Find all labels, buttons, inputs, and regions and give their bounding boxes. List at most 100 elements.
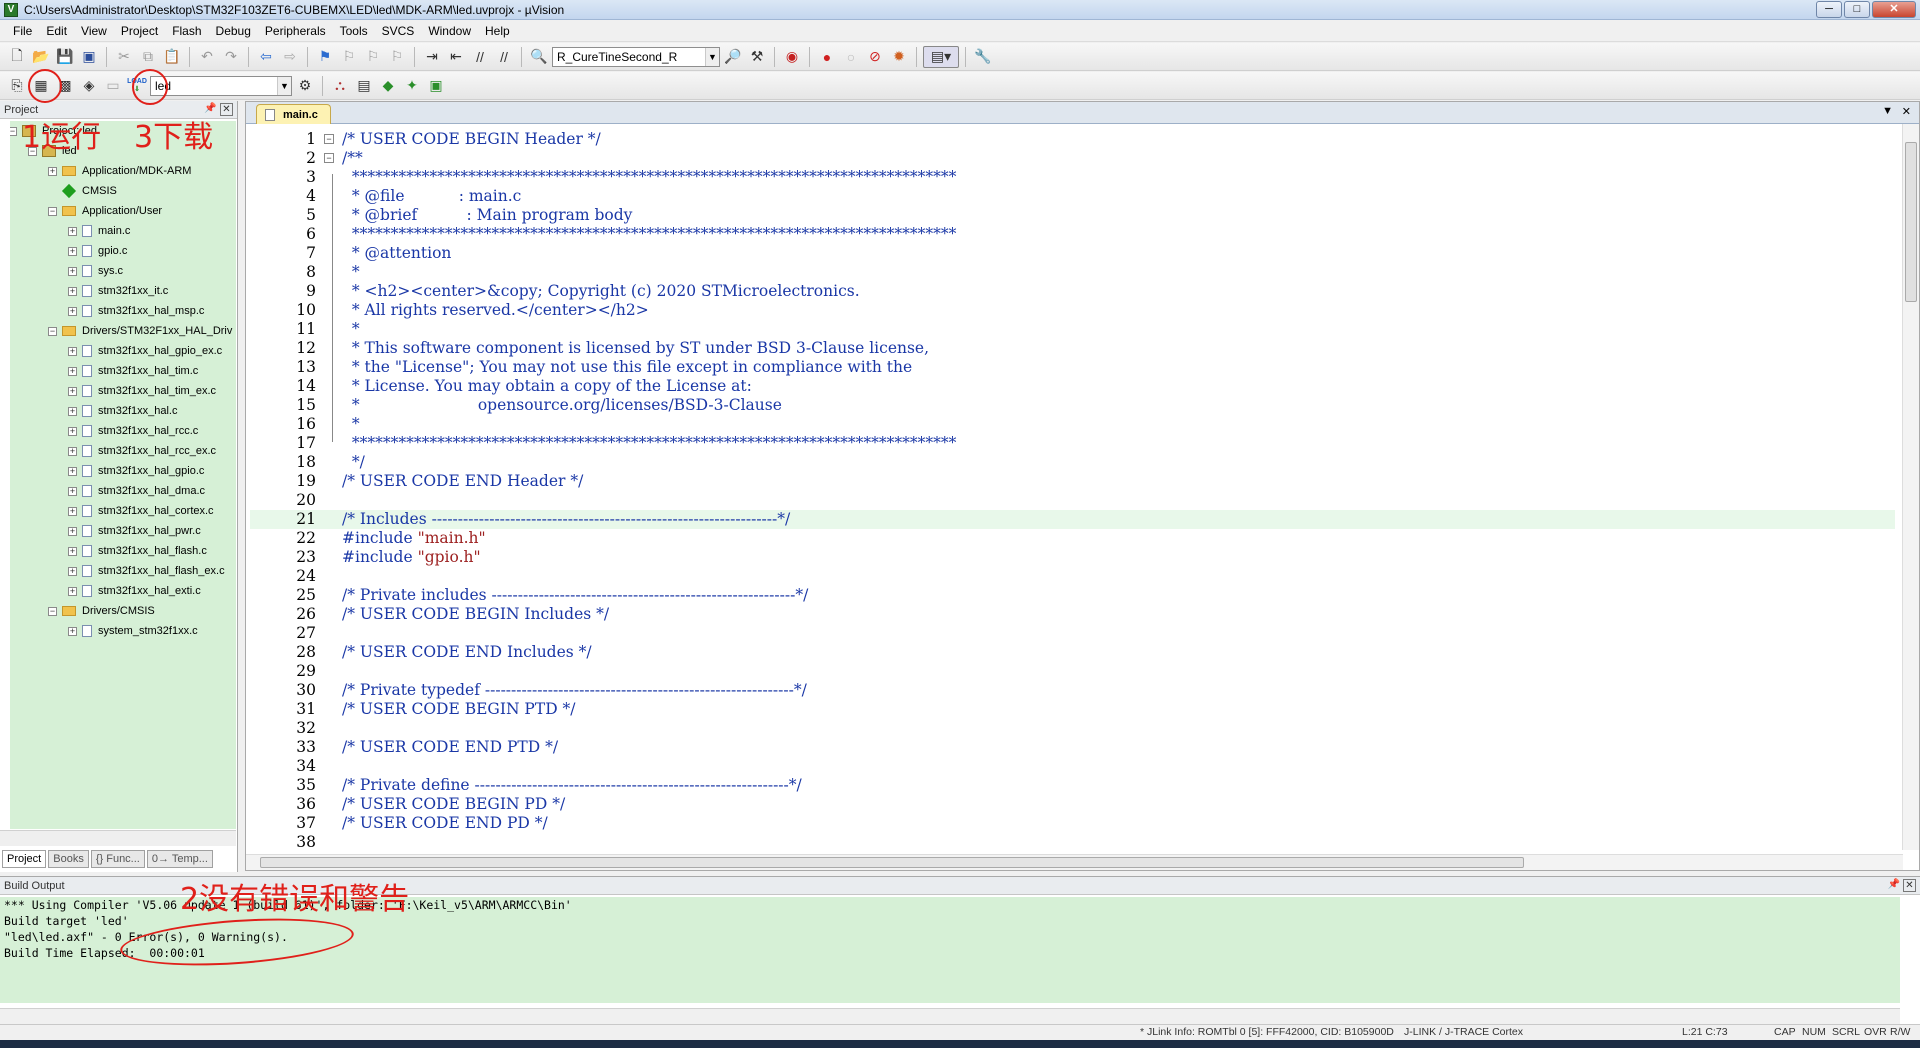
code-line[interactable]: 10 * All rights reserved.</center></h2> (250, 301, 1895, 320)
menu-peripherals[interactable]: Peripherals (258, 24, 333, 38)
expand-icon[interactable]: + (68, 586, 77, 596)
paste-icon[interactable]: 📋 (161, 46, 183, 68)
code-line[interactable]: 16 * (250, 415, 1895, 434)
chevron-down-icon[interactable]: ▼ (705, 47, 719, 66)
tab-project[interactable]: Project (2, 850, 47, 868)
menu-help[interactable]: Help (478, 24, 517, 38)
tree-file[interactable]: + stm32f1xx_hal_pwr.c (68, 521, 201, 541)
expand-icon[interactable]: + (48, 166, 57, 176)
expand-icon[interactable]: + (68, 306, 77, 316)
uncomment-icon[interactable]: // (493, 46, 515, 68)
find-icon[interactable]: 🔎 (722, 46, 744, 68)
expand-icon[interactable]: + (68, 346, 77, 356)
expand-icon[interactable]: + (68, 566, 77, 576)
expand-icon[interactable]: + (68, 526, 77, 536)
find-in-files-icon[interactable]: 🔍 (528, 46, 550, 68)
code-line[interactable]: 17 *************************************… (250, 434, 1895, 453)
tree-file[interactable]: + stm32f1xx_hal_dma.c (68, 481, 205, 501)
undo-icon[interactable]: ↶ (196, 46, 218, 68)
code-line[interactable]: 20 (250, 491, 1895, 510)
code-line[interactable]: 9 * <h2><center>&copy; Copyright (c) 202… (250, 282, 1895, 301)
menu-file[interactable]: File (6, 24, 39, 38)
minimize-button[interactable]: ─ (1816, 1, 1842, 18)
code-line[interactable]: 19 /* USER CODE END Header */ (250, 472, 1895, 491)
expand-icon[interactable]: + (68, 506, 77, 516)
tree-file[interactable]: + stm32f1xx_hal_exti.c (68, 581, 201, 601)
indent-icon[interactable]: ⇥ (421, 46, 443, 68)
unindent-icon[interactable]: ⇤ (445, 46, 467, 68)
insert-breakpoint-icon[interactable]: ● (816, 46, 838, 68)
code-line[interactable]: 33 /* USER CODE END PTD */ (250, 738, 1895, 757)
menu-debug[interactable]: Debug (209, 24, 258, 38)
expand-icon[interactable]: + (68, 266, 77, 276)
tree-file[interactable]: + stm32f1xx_hal_rcc.c (68, 421, 198, 441)
clear-bookmarks-icon[interactable]: ⚐ (386, 46, 408, 68)
chevron-down-icon[interactable]: ▼ (277, 76, 291, 95)
menu-window[interactable]: Window (421, 24, 478, 38)
tree-file[interactable]: + system_stm32f1xx.c (68, 621, 198, 641)
collapse-icon[interactable]: − (48, 206, 57, 216)
close-tab-icon[interactable]: ✕ (1902, 105, 1911, 118)
copy-icon[interactable]: ⧉ (137, 46, 159, 68)
tree-file[interactable]: + stm32f1xx_hal_gpio_ex.c (68, 341, 222, 361)
close-pane-icon[interactable]: ✕ (1903, 879, 1916, 892)
tree-file[interactable]: + main.c (68, 221, 130, 241)
target-combo[interactable]: led ▼ (150, 75, 292, 96)
find-combo[interactable]: R_CureTineSecond_R ▼ (552, 46, 720, 67)
editor-vscrollbar[interactable] (1902, 124, 1919, 850)
code-line[interactable]: 13 * the "License"; You may not use this… (250, 358, 1895, 377)
target-options-icon[interactable]: ⚙ (294, 75, 316, 97)
tree-file[interactable]: + stm32f1xx_hal_rcc_ex.c (68, 441, 216, 461)
expand-icon[interactable]: + (68, 406, 77, 416)
tree-file[interactable]: + stm32f1xx_hal.c (68, 401, 177, 421)
code-line[interactable]: 21 /* Includes --------------------------… (250, 510, 1895, 529)
code-line[interactable]: 34 (250, 757, 1895, 776)
tree-group[interactable]: − Drivers/STM32F1xx_HAL_Driv (48, 321, 232, 341)
tree-file[interactable]: + sys.c (68, 261, 123, 281)
expand-icon[interactable]: + (68, 446, 77, 456)
code-line[interactable]: 7 * @attention (250, 244, 1895, 263)
expand-icon[interactable]: + (68, 426, 77, 436)
menu-project[interactable]: Project (114, 24, 165, 38)
batch-build-icon[interactable]: ◈ (78, 75, 100, 97)
expand-icon[interactable]: + (68, 286, 77, 296)
code-line[interactable]: 29 (250, 662, 1895, 681)
expand-icon[interactable]: + (68, 546, 77, 556)
manage-rte-icon[interactable]: ◆ (377, 75, 399, 97)
menu-tools[interactable]: Tools (333, 24, 375, 38)
configure-icon[interactable]: 🔧 (972, 46, 994, 68)
menu-view[interactable]: View (74, 24, 114, 38)
code-area[interactable]: 1−/* USER CODE BEGIN Header */2−/** 3 ***… (250, 130, 1895, 850)
comment-icon[interactable]: // (469, 46, 491, 68)
collapse-icon[interactable]: − (10, 126, 17, 136)
hscroll-thumb[interactable] (260, 857, 1524, 868)
tab-functions[interactable]: {} Func... (90, 850, 145, 868)
fold-toggle-icon[interactable]: − (324, 134, 334, 144)
expand-icon[interactable]: + (68, 226, 77, 236)
code-line[interactable]: 31 /* USER CODE BEGIN PTD */ (250, 700, 1895, 719)
editor-hscrollbar[interactable] (246, 854, 1903, 870)
tree-file[interactable]: + stm32f1xx_hal_flash_ex.c (68, 561, 225, 581)
code-line[interactable]: 25 /* Private includes ------------------… (250, 586, 1895, 605)
debug-session-icon[interactable]: ◉ (781, 46, 803, 68)
expand-icon[interactable]: + (68, 386, 77, 396)
code-line[interactable]: 36 /* USER CODE BEGIN PD */ (250, 795, 1895, 814)
tree-file[interactable]: + stm32f1xx_hal_tim.c (68, 361, 198, 381)
save-all-icon[interactable]: ▣ (78, 46, 100, 68)
file-extensions-icon[interactable]: ▤ (353, 75, 375, 97)
tab-main-c[interactable]: main.c (256, 104, 331, 124)
code-line[interactable]: 30 /* Private typedef -------------------… (250, 681, 1895, 700)
tab-templates[interactable]: 0→ Temp... (146, 850, 213, 868)
nav-back-icon[interactable]: ⇦ (255, 46, 277, 68)
tree-file[interactable]: + gpio.c (68, 241, 127, 261)
code-line[interactable]: 2−/** (250, 149, 1895, 168)
code-line[interactable]: 8 * (250, 263, 1895, 282)
code-line[interactable]: 37 /* USER CODE END PD */ (250, 814, 1895, 833)
tree-file[interactable]: + stm32f1xx_hal_tim_ex.c (68, 381, 216, 401)
vscroll-thumb[interactable] (1905, 142, 1917, 302)
menu-flash[interactable]: Flash (165, 24, 208, 38)
prev-bookmark-icon[interactable]: ⚐ (338, 46, 360, 68)
tree-file[interactable]: + stm32f1xx_hal_flash.c (68, 541, 207, 561)
tree-group[interactable]: +CMSIS (48, 181, 117, 201)
code-line[interactable]: 22 #include "main.h" (250, 529, 1895, 548)
